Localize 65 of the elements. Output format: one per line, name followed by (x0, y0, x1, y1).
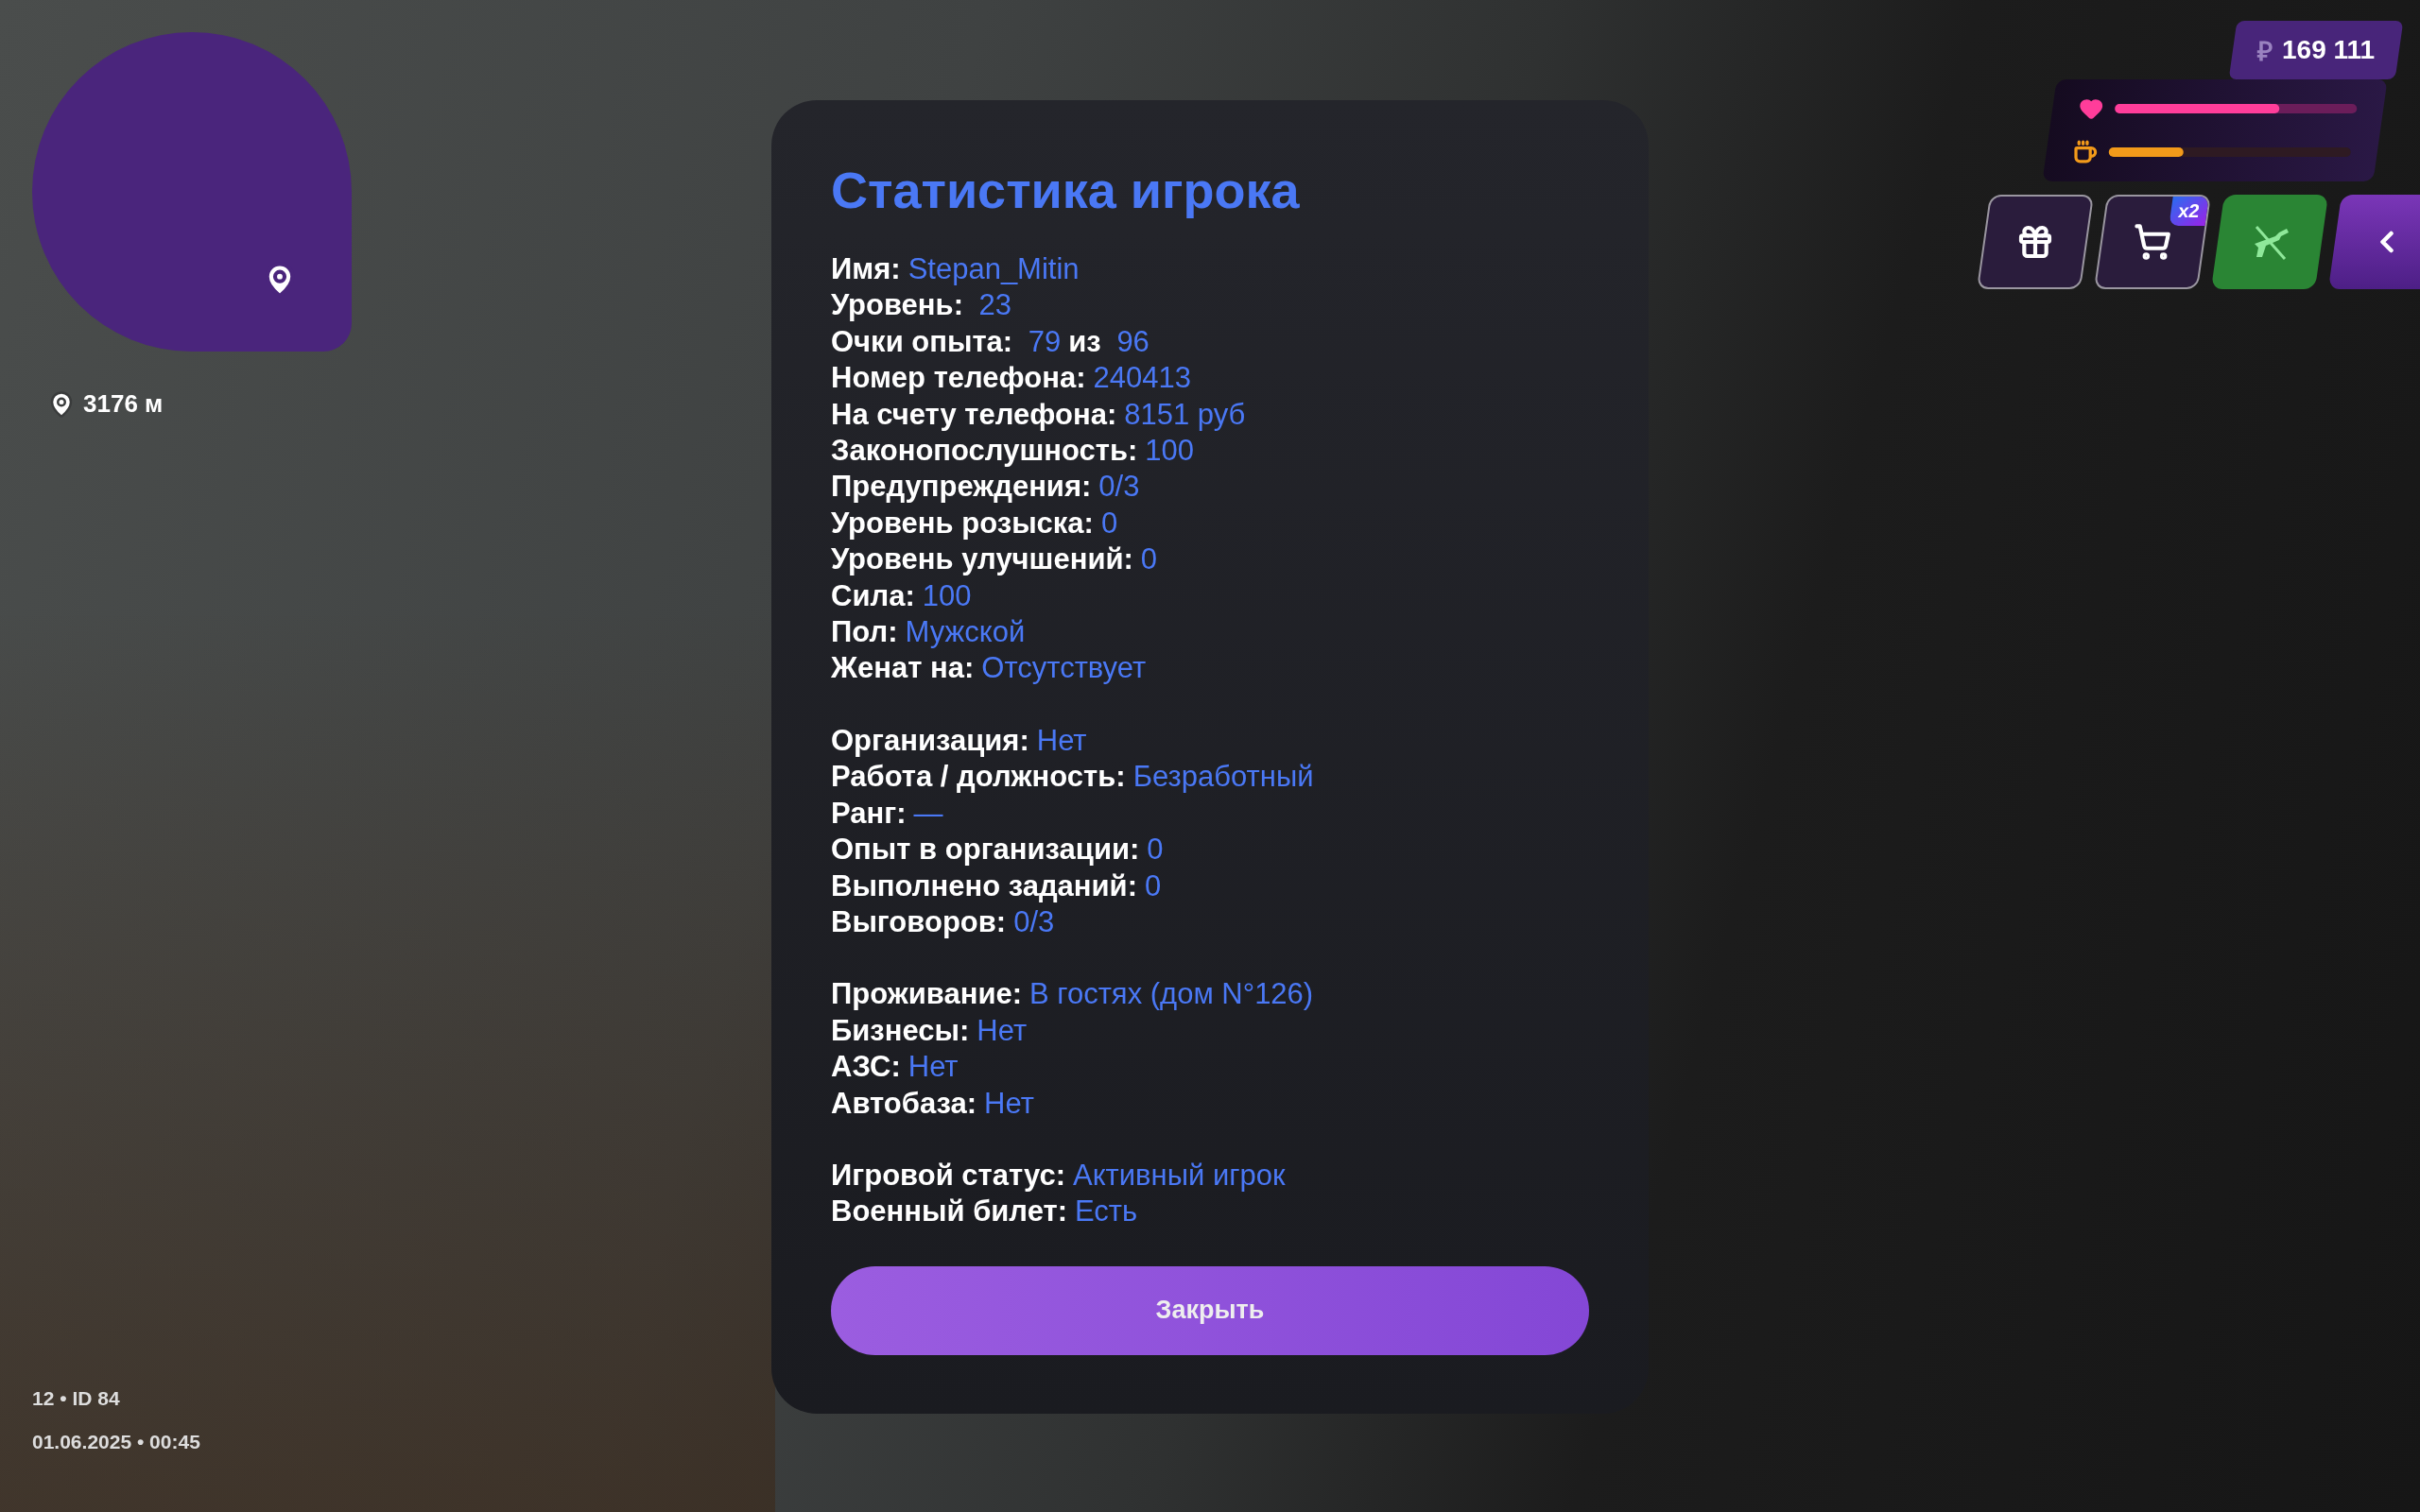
distance-text: 3176 м (83, 389, 164, 419)
multiplier-badge: x2 (2169, 197, 2209, 226)
stat-value: 240413 (1093, 360, 1191, 397)
stat-label: Сила: (831, 577, 915, 614)
money-amount: 169 111 (2281, 35, 2375, 65)
stat-value: 100 (1145, 433, 1194, 470)
close-button[interactable]: Закрыть (831, 1265, 1589, 1355)
stat-value: Мужской (905, 614, 1026, 651)
stat-value: Есть (1075, 1194, 1138, 1230)
dialog-title: Статистика игрока (831, 161, 1301, 219)
cart-icon (2134, 223, 2171, 261)
stat-label: Ранг: (831, 795, 907, 832)
stat-value: 0 (1100, 505, 1118, 541)
stat-label: Уровень: (831, 287, 963, 324)
stat-value: Нет (977, 1012, 1028, 1049)
cup-icon (2072, 140, 2098, 164)
stat-value: 0 (1147, 832, 1164, 868)
stat-label: На счету телефона: (831, 396, 1117, 433)
stat-label: Уровень улучшений: (831, 541, 1133, 578)
stat-label: Уровень розыска: (831, 505, 1094, 541)
date-time-text: 01.06.2025 • 00:45 (32, 1431, 201, 1453)
server-id-text: 12 • ID 84 (32, 1387, 121, 1410)
stat-label: Предупреждения: (831, 469, 1092, 506)
stat-label: Пол: (831, 614, 898, 651)
stat-value: Нет (1036, 722, 1087, 759)
stat-label: Организация: (831, 722, 1029, 759)
stat-label: Опыт в организации: (831, 832, 1140, 868)
stat-value: Безработный (1132, 759, 1314, 796)
stat-label: Женат на: (831, 650, 975, 687)
stat-label: Номер телефона: (831, 360, 1086, 397)
heart-icon (2079, 96, 2104, 121)
stat-value: Активный игрок (1073, 1157, 1286, 1194)
stat-label: Выговоров: (831, 903, 1007, 940)
stat-label: Военный билет: (831, 1194, 1067, 1230)
weapon-button[interactable] (2210, 195, 2329, 289)
stat-value: 23 (977, 287, 1012, 324)
stat-label: Проживание: (831, 976, 1022, 1013)
stat-value: В гостях (дом N°126) (1029, 976, 1314, 1013)
stat-value: 96 (1115, 323, 1150, 360)
stat-label: Очки опыта: (831, 323, 1013, 360)
stat-value: 0/3 (1013, 903, 1055, 940)
gift-button[interactable] (1976, 195, 2095, 289)
stat-label: Автобаза: (831, 1085, 977, 1122)
stat-value: Нет (984, 1085, 1034, 1122)
stat-value: 0 (1140, 541, 1158, 578)
stat-value: 100 (922, 577, 972, 614)
stat-value: Отсутствует (981, 650, 1147, 687)
stat-value: — (913, 795, 943, 832)
stat-label: Выполнено заданий: (831, 868, 1137, 904)
stat-value: 79 (1027, 323, 1062, 360)
stat-value: 0/3 (1098, 469, 1140, 506)
stat-label: Бизнесы: (831, 1012, 970, 1049)
stat-value: 8151 руб (1124, 396, 1246, 433)
stat-value: 0 (1145, 868, 1162, 904)
stat-value: Stepan_Mitin (908, 251, 1080, 287)
stat-label: Законопослушность: (831, 433, 1138, 470)
cart-button[interactable]: x2 (2093, 195, 2212, 289)
ruble-sign: ₽ (2256, 36, 2273, 68)
stat-label: Игровой статус: (831, 1157, 1065, 1194)
stat-label: Работа / должность: (831, 759, 1126, 796)
stat-label: из (1068, 323, 1101, 360)
stat-label: АЗС: (831, 1049, 901, 1086)
stat-label: Имя: (831, 251, 901, 287)
gift-icon (2016, 223, 2054, 261)
stat-value: Нет (908, 1049, 959, 1086)
